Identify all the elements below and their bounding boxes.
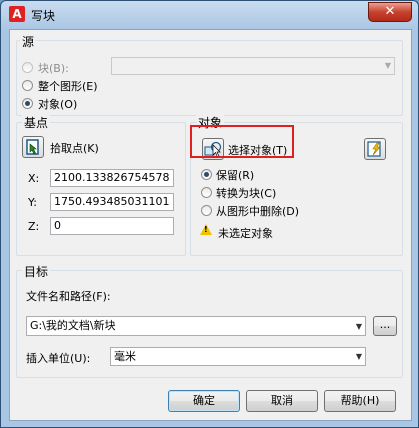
radio-entire-drawing-label: 整个图形(E): [38, 80, 98, 93]
autocad-app-icon: A: [9, 6, 25, 22]
y-label: Y:: [28, 196, 37, 209]
write-block-dialog: A 写块 ✕ 源 块(B): ▼ 整个图形(E) 对象(O) 基点 拾取点(K)…: [0, 0, 419, 428]
radio-block[interactable]: [22, 62, 33, 73]
block-name-combo[interactable]: ▼: [111, 57, 395, 75]
ok-button[interactable]: 确定: [168, 390, 240, 412]
z-label: Z:: [28, 220, 40, 233]
pick-point-button[interactable]: [22, 136, 44, 158]
quick-select-icon: [367, 141, 381, 157]
file-path-label: 文件名和路径(F):: [26, 290, 111, 303]
cancel-button[interactable]: 取消: [246, 390, 318, 412]
pick-point-icon: [26, 139, 39, 155]
source-group-title: 源: [20, 33, 37, 50]
dialog-client-area: 源 块(B): ▼ 整个图形(E) 对象(O) 基点 拾取点(K) X: 210…: [9, 29, 412, 421]
radio-block-label: 块(B):: [38, 62, 69, 75]
y-coordinate-input[interactable]: 1750.493485031101: [50, 193, 174, 211]
help-button[interactable]: 帮助(H): [324, 390, 396, 412]
x-label: X:: [28, 172, 40, 185]
z-coordinate-input[interactable]: 0: [50, 217, 174, 235]
quick-select-button[interactable]: [364, 138, 386, 160]
warning-icon: [200, 224, 212, 235]
radio-convert-to-block-label: 转换为块(C): [216, 187, 277, 200]
target-group-title: 目标: [22, 263, 51, 280]
close-button[interactable]: ✕: [368, 2, 412, 22]
base-point-group-title: 基点: [22, 114, 51, 131]
radio-delete-from-drawing[interactable]: [201, 205, 212, 216]
radio-objects-label: 对象(O): [38, 98, 78, 111]
pick-point-label: 拾取点(K): [50, 142, 99, 155]
title-bar[interactable]: A 写块 ✕: [1, 1, 418, 29]
radio-entire-drawing[interactable]: [22, 80, 33, 91]
selection-status-text: 未选定对象: [218, 227, 273, 240]
browse-button[interactable]: ...: [373, 316, 397, 336]
radio-objects[interactable]: [22, 98, 33, 109]
file-path-combo[interactable]: G:\我的文档\新块 ▼: [26, 316, 366, 336]
radio-retain-label: 保留(R): [216, 169, 255, 182]
insert-units-combo[interactable]: 毫米 ▼: [110, 347, 366, 366]
radio-convert-to-block[interactable]: [201, 187, 212, 198]
file-path-value: G:\我的文档\新块: [30, 319, 116, 332]
radio-delete-from-drawing-label: 从图形中删除(D): [216, 205, 300, 218]
chevron-down-icon: ▼: [355, 322, 362, 331]
radio-retain[interactable]: [201, 169, 212, 180]
x-coordinate-input[interactable]: 2100.133826754578: [50, 169, 174, 187]
chevron-down-icon: ▼: [384, 61, 391, 70]
insert-units-value: 毫米: [114, 350, 136, 363]
select-objects-highlight: [190, 125, 294, 158]
window-title: 写块: [31, 9, 56, 23]
insert-units-label: 插入单位(U):: [26, 352, 91, 365]
chevron-down-icon: ▼: [355, 352, 362, 361]
